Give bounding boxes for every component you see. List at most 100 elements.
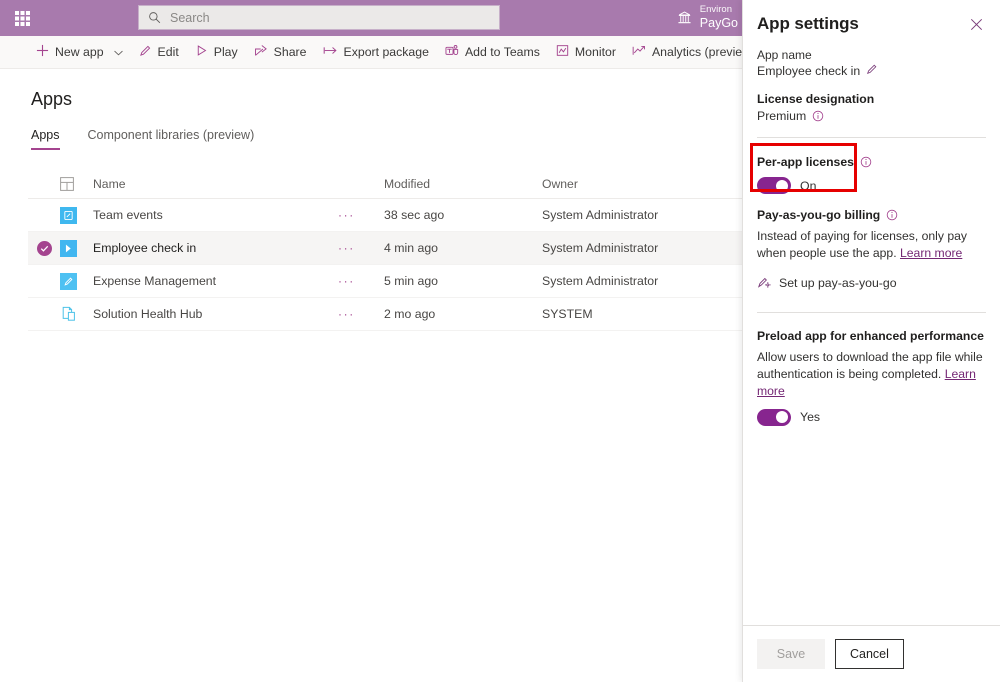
row-owner: System Administrator	[542, 274, 742, 288]
power-apps-window: Search Environ PayGo	[0, 0, 1000, 682]
play-icon	[195, 44, 208, 60]
row-more-actions[interactable]: ···	[338, 208, 384, 222]
tab-apps[interactable]: Apps	[31, 128, 60, 150]
environment-icon	[676, 10, 693, 27]
monitor-button[interactable]: Monitor	[548, 36, 624, 69]
tab-apps-label: Apps	[31, 128, 60, 142]
share-icon	[254, 44, 268, 60]
new-app-label: New app	[55, 45, 104, 59]
pay-as-you-go-icon	[757, 275, 771, 292]
panel-footer: Save Cancel	[743, 625, 1000, 682]
export-icon	[323, 44, 338, 60]
column-header-owner[interactable]: Owner	[542, 177, 742, 191]
table-row[interactable]: Solution Health Hub ··· 2 mo ago SYSTEM	[28, 298, 742, 331]
analytics-label: Analytics (preview)	[652, 45, 742, 59]
share-button[interactable]: Share	[246, 36, 315, 69]
row-checkbox-checked[interactable]	[28, 241, 60, 256]
edit-label: Edit	[158, 45, 179, 59]
info-icon[interactable]	[812, 110, 824, 122]
row-owner: System Administrator	[542, 241, 742, 255]
setup-pay-as-you-go-label: Set up pay-as-you-go	[779, 276, 897, 290]
panel-divider-2	[757, 312, 986, 313]
column-header-name[interactable]: Name	[93, 177, 338, 191]
row-name: Expense Management	[93, 274, 338, 288]
close-icon[interactable]	[966, 14, 986, 34]
per-app-licenses-label: Per-app licenses	[757, 155, 986, 169]
page-tabs: Apps Component libraries (preview)	[31, 128, 254, 150]
environment-value: PayGo	[700, 16, 738, 30]
tab-component-libraries-label: Component libraries (preview)	[88, 128, 255, 142]
row-more-actions[interactable]: ···	[338, 307, 384, 321]
search-input[interactable]: Search	[138, 5, 500, 30]
row-modified: 2 mo ago	[384, 307, 542, 321]
apps-page: Apps Apps Component libraries (preview)	[0, 69, 742, 682]
app-tile-icon	[60, 207, 93, 224]
table-row[interactable]: Team events ··· 38 sec ago System Admini…	[28, 199, 742, 232]
share-label: Share	[274, 45, 307, 59]
monitor-icon	[556, 44, 569, 60]
row-owner: SYSTEM	[542, 307, 742, 321]
row-name: Solution Health Hub	[93, 307, 338, 321]
preload-label: Preload app for enhanced performance	[757, 329, 986, 343]
cancel-button[interactable]: Cancel	[835, 639, 904, 669]
preload-toggle-row: Yes	[757, 409, 986, 426]
license-designation-value: Premium	[757, 109, 806, 123]
app-tile-icon	[60, 240, 93, 257]
per-app-licenses-toggle-state: On	[800, 179, 816, 193]
apps-table: Name Modified Owner Team events	[28, 169, 742, 331]
info-icon[interactable]	[886, 209, 898, 221]
row-modified: 38 sec ago	[384, 208, 542, 222]
pencil-icon[interactable]	[866, 63, 878, 78]
per-app-licenses-toggle-row: On	[757, 177, 986, 194]
teams-icon	[445, 44, 459, 60]
table-header-row: Name Modified Owner	[28, 169, 742, 199]
play-button[interactable]: Play	[187, 36, 246, 69]
panel-body: App name Employee check in License desig…	[743, 40, 1000, 625]
tab-component-libraries[interactable]: Component libraries (preview)	[88, 128, 255, 150]
environment-text: Environ PayGo	[700, 5, 738, 30]
preload-toggle-state: Yes	[800, 410, 820, 424]
waffle-grid-icon[interactable]	[0, 0, 44, 36]
preload-toggle[interactable]	[757, 409, 791, 426]
pay-as-you-go-learn-more-link[interactable]: Learn more	[900, 246, 962, 260]
app-settings-panel: App settings App name Employee check in …	[742, 0, 1000, 682]
per-app-licenses-text: Per-app licenses	[757, 155, 854, 169]
plus-icon	[36, 44, 49, 60]
column-header-modified[interactable]: Modified	[384, 177, 542, 191]
license-designation-value-row: Premium	[757, 109, 986, 123]
panel-header: App settings	[743, 0, 1000, 34]
table-row[interactable]: Expense Management ··· 5 min ago System …	[28, 265, 742, 298]
monitor-label: Monitor	[575, 45, 616, 59]
pencil-icon	[139, 44, 152, 60]
row-name: Employee check in	[93, 241, 338, 255]
table-row[interactable]: Employee check in ··· 4 min ago System A…	[28, 232, 742, 265]
license-designation-label: License designation	[757, 92, 986, 106]
license-designation-text: License designation	[757, 92, 874, 106]
app-tile-icon	[60, 273, 93, 290]
add-to-teams-label: Add to Teams	[465, 45, 540, 59]
panel-title: App settings	[757, 14, 859, 34]
preload-description: Allow users to download the app file whi…	[757, 349, 986, 401]
environment-selector[interactable]: Environ PayGo	[676, 0, 742, 36]
app-name-value-row: Employee check in	[757, 63, 986, 78]
analytics-button[interactable]: Analytics (preview)	[624, 36, 742, 69]
per-app-licenses-toggle[interactable]	[757, 177, 791, 194]
row-more-actions[interactable]: ···	[338, 241, 384, 255]
preload-text: Preload app for enhanced performance	[757, 329, 984, 343]
export-package-button[interactable]: Export package	[315, 36, 437, 69]
row-modified: 4 min ago	[384, 241, 542, 255]
row-more-actions[interactable]: ···	[338, 274, 384, 288]
setup-pay-as-you-go-link[interactable]: Set up pay-as-you-go	[757, 275, 986, 292]
top-brand-bar: Search Environ PayGo	[0, 0, 742, 36]
info-icon[interactable]	[860, 156, 872, 168]
add-to-teams-button[interactable]: Add to Teams	[437, 36, 548, 69]
pay-as-you-go-description: Instead of paying for licenses, only pay…	[757, 228, 986, 263]
edit-button[interactable]: Edit	[131, 36, 187, 69]
grid-column-icon[interactable]	[60, 177, 93, 191]
pay-as-you-go-text: Pay-as-you-go billing	[757, 208, 880, 222]
app-name-value: Employee check in	[757, 64, 860, 78]
page-copy-icon	[60, 306, 93, 323]
new-app-button[interactable]: New app	[28, 36, 131, 69]
app-name-label: App name	[757, 48, 986, 62]
save-button[interactable]: Save	[757, 639, 825, 669]
